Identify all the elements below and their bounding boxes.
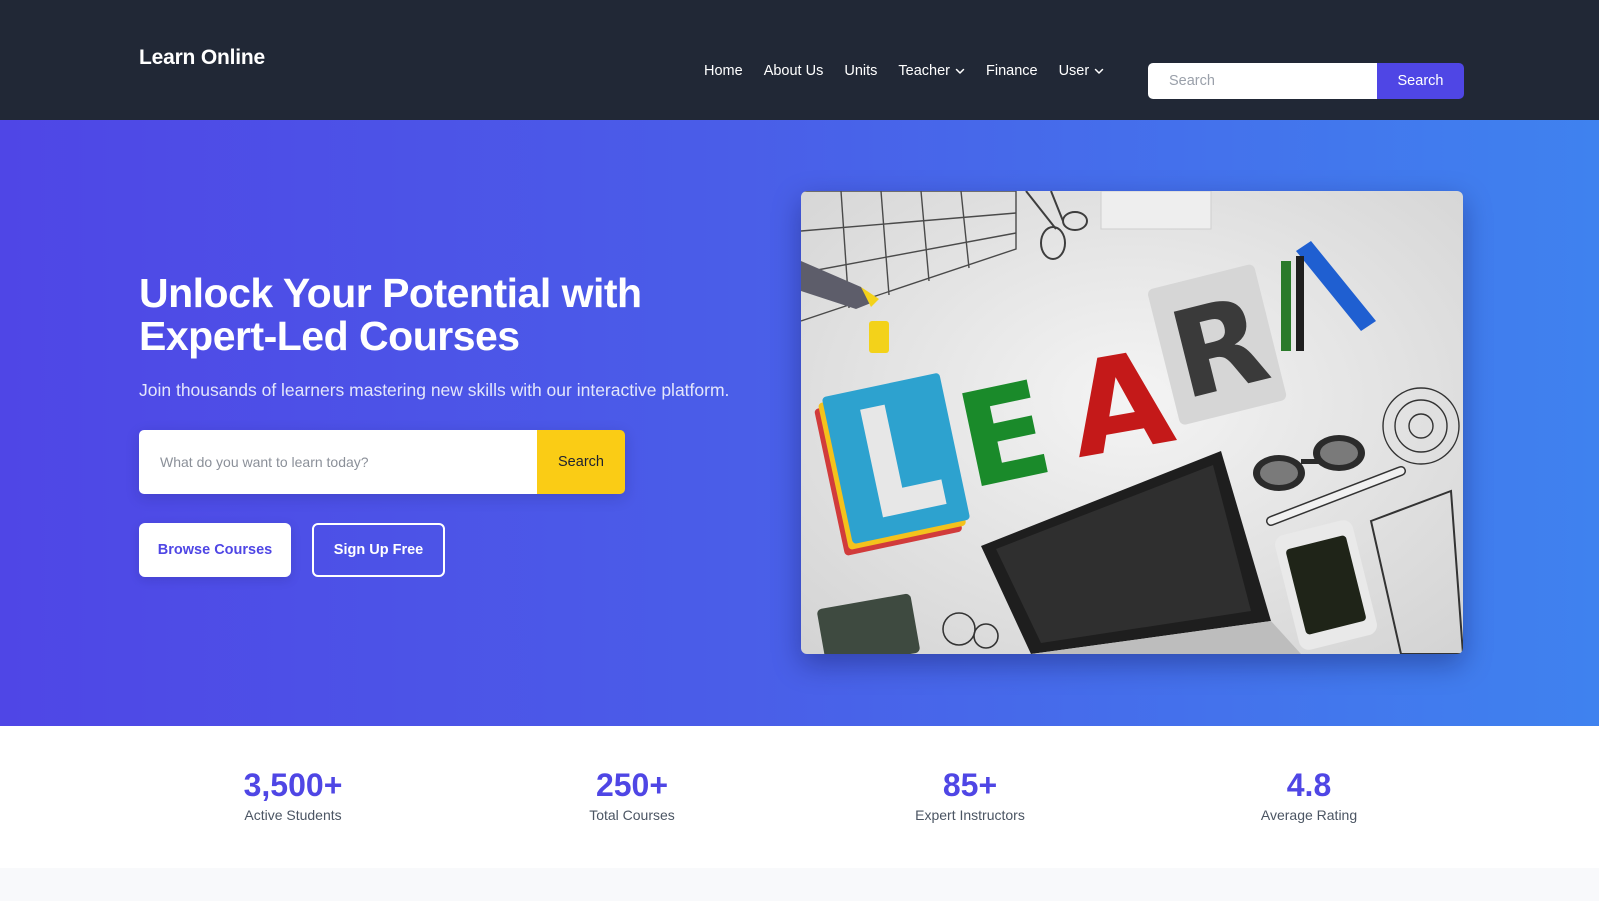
nav-link-finance[interactable]: Finance [986, 63, 1038, 79]
nav-link-label: Finance [985, 63, 1038, 79]
nav-search-button[interactable]: Search [1377, 63, 1464, 99]
nav-dropdown-user[interactable]: User [1059, 63, 1105, 79]
hero-section: Unlock Your Potential with Expert-Led Co… [0, 120, 1599, 726]
browse-courses-button[interactable]: Browse Courses [139, 523, 291, 577]
stat-value: 250+ [595, 767, 669, 803]
nav-search-form: Search [1148, 63, 1464, 99]
navbar: Learn Online Home About Us Units Teacher… [0, 0, 1599, 120]
next-section-band [0, 868, 1599, 901]
hero-search-form: Search [139, 430, 625, 494]
nav-links: Home About Us Units Teacher Finance User [704, 60, 1104, 82]
hero-image: E A R [801, 191, 1463, 654]
hero-title: Unlock Your Potential with Expert-Led Co… [139, 270, 642, 359]
nav-link-units[interactable]: Units [844, 63, 877, 79]
stat-value: 85+ [942, 767, 998, 803]
hero-subtitle: Join thousands of learners mastering new… [139, 380, 730, 400]
stat-active-students: 3,500+ Active Students [173, 768, 413, 824]
stat-total-courses: 250+ Total Courses [512, 768, 752, 824]
nav-link-label: Home [704, 63, 743, 79]
stats-section: 3,500+ Active Students 250+ Total Course… [0, 726, 1599, 868]
stat-value: 4.8 [1286, 767, 1332, 803]
nav-search-input[interactable] [1148, 63, 1377, 99]
nav-link-label: About Us [763, 63, 824, 79]
chevron-down-icon [955, 68, 965, 74]
course-search-input[interactable] [139, 430, 537, 494]
stat-expert-instructors: 85+ Expert Instructors [850, 768, 1090, 824]
course-search-button[interactable]: Search [537, 430, 625, 494]
learn-desk-illustration: E A R [801, 191, 1463, 654]
sign-up-free-button[interactable]: Sign Up Free [312, 523, 445, 577]
nav-link-home[interactable]: Home [704, 63, 743, 79]
nav-link-label: Teacher [898, 63, 950, 79]
stat-label: Total Courses [589, 807, 675, 823]
chevron-down-icon [1094, 68, 1104, 74]
nav-dropdown-teacher[interactable]: Teacher [898, 63, 965, 79]
nav-link-about-us[interactable]: About Us [764, 63, 824, 79]
stat-label: Average Rating [1260, 807, 1358, 823]
nav-link-label: Units [844, 63, 878, 79]
stat-average-rating: 4.8 Average Rating [1189, 768, 1429, 824]
brand-logo[interactable]: Learn Online [139, 46, 265, 70]
nav-link-label: User [1058, 63, 1090, 79]
stat-value: 3,500+ [243, 767, 343, 803]
stat-label: Active Students [244, 807, 342, 823]
stat-label: Expert Instructors [915, 807, 1025, 823]
